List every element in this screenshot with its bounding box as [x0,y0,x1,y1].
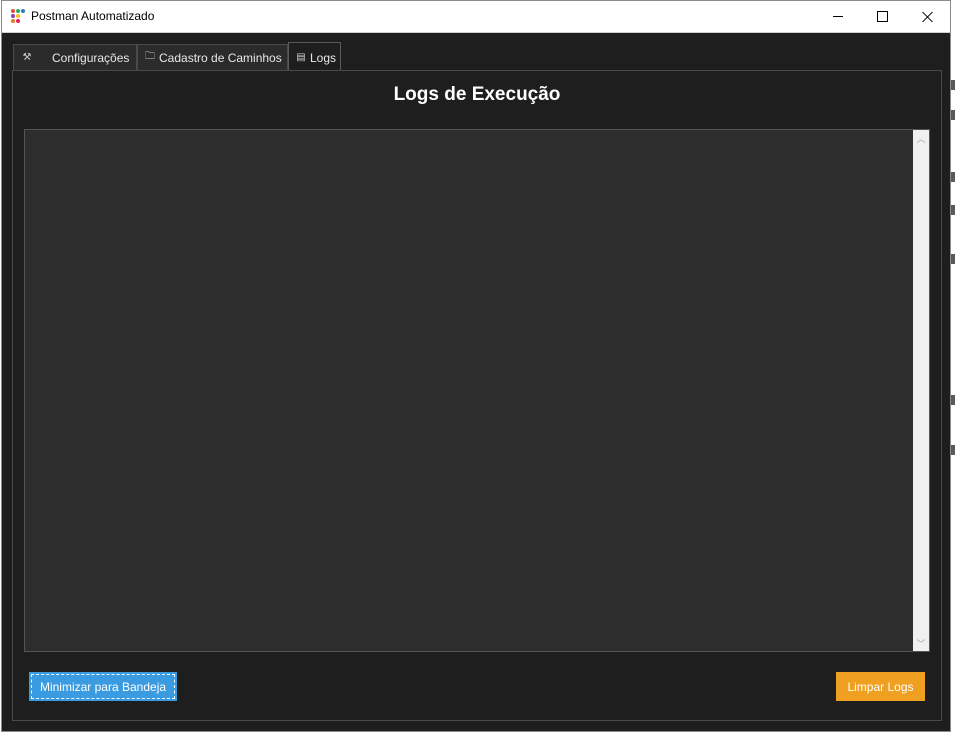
window-title: Postman Automatizado [31,9,155,23]
background-glyph [951,80,955,90]
background-glyph [951,445,955,455]
background-glyph [951,110,955,120]
app-window: Postman Automatizado ⚒ Configurações 🗀 C… [2,1,950,731]
minimize-icon [832,16,843,17]
scroll-down-icon[interactable]: ﹀ [913,635,929,651]
close-icon [922,11,934,23]
tab-configuracoes[interactable]: ⚒ Configurações [13,44,137,70]
tab-cadastro-caminhos[interactable]: 🗀 Cadastro de Caminhos [137,44,288,70]
maximize-button[interactable] [860,1,905,32]
close-button[interactable] [905,1,950,32]
tab-label: Configurações [52,50,130,65]
folder-icon: 🗀 [145,51,155,62]
focus-ring [31,674,175,699]
logs-panel: Logs de Execução ︿ ﹀ Minimizar para Band… [12,70,942,721]
background-glyph [951,254,955,264]
app-logo-icon [11,9,25,23]
maximize-icon [877,11,888,22]
vertical-scrollbar[interactable]: ︿ ﹀ [913,130,929,651]
background-glyph [951,172,955,182]
log-text-area[interactable]: ︿ ﹀ [24,129,930,652]
title-bar[interactable]: Postman Automatizado [2,1,950,33]
tab-logs[interactable]: ▤ Logs [288,42,341,72]
document-icon: ▤ [296,52,306,63]
tab-label: Logs [310,50,337,65]
background-glyph [951,395,955,405]
tools-icon: ⚒ [22,52,32,63]
clear-logs-button[interactable]: Limpar Logs [836,672,925,701]
tab-strip: ⚒ Configurações 🗀 Cadastro de Caminhos ▤… [12,42,942,72]
tab-label: Cadastro de Caminhos [159,50,282,65]
background-glyph [951,205,955,215]
button-label: Limpar Logs [847,679,914,694]
minimize-button[interactable] [815,1,860,32]
scroll-up-icon[interactable]: ︿ [913,130,929,146]
panel-title: Logs de Execução [393,84,561,105]
minimize-to-tray-button[interactable]: Minimizar para Bandeja [29,672,177,701]
